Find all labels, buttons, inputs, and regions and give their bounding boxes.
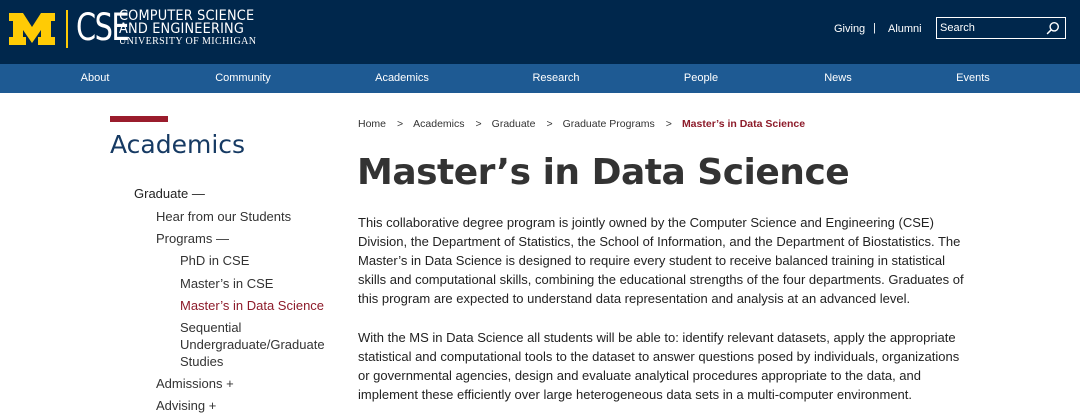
sidebar-item-advising[interactable]: Advising + [156, 398, 216, 415]
sidebar-item-admissions[interactable]: Admissions + [156, 376, 234, 393]
search-icon[interactable] [1046, 21, 1060, 35]
breadcrumb-home[interactable]: Home [358, 118, 386, 130]
nav-academics[interactable]: Academics [375, 72, 429, 84]
sidebar-item-hear-from-students[interactable]: Hear from our Students [156, 209, 291, 226]
nav-news[interactable]: News [824, 72, 852, 84]
search-box [936, 17, 1066, 39]
department-wordmark[interactable]: COMPUTER SCIENCE AND ENGINEERING UNIVERS… [119, 9, 266, 48]
nav-community[interactable]: Community [215, 72, 271, 84]
breadcrumb-graduate-programs[interactable]: Graduate Programs [563, 118, 655, 130]
breadcrumb: Home > Academics > Graduate > Graduate Program… [358, 118, 805, 130]
sidebar-item-sequential-line-1[interactable]: Sequential [180, 320, 241, 337]
wordmark-line-3: UNIVERSITY OF MICHIGAN [119, 36, 257, 47]
sidebar-item-masters-data-science[interactable]: Master’s in Data Science [180, 298, 324, 315]
breadcrumb-separator: > [397, 118, 404, 130]
main-nav: About Community Academics Research Peopl… [0, 64, 1080, 93]
sidebar-item-sequential-line-3[interactable]: Studies [180, 354, 223, 371]
breadcrumb-graduate[interactable]: Graduate [492, 118, 536, 130]
sidebar-item-sequential-line-2[interactable]: Undergraduate/Graduate [180, 337, 325, 354]
outcomes-paragraph: With the MS in Data Science all students… [358, 330, 960, 402]
site-header: CSE COMPUTER SCIENCE AND ENGINEERING UNI… [0, 0, 1080, 64]
intro-paragraph: This collaborative degree program is joi… [358, 215, 964, 306]
logo-divider [66, 10, 68, 48]
breadcrumb-separator: > [665, 118, 672, 130]
breadcrumb-current: Master’s in Data Science [681, 118, 806, 130]
giving-link[interactable]: Giving [834, 23, 865, 35]
sidebar-item-phd-cse[interactable]: PhD in CSE [180, 253, 249, 270]
block-m-logo[interactable] [6, 10, 58, 48]
nav-events[interactable]: Events [956, 72, 990, 84]
nav-about[interactable]: About [81, 72, 110, 84]
breadcrumb-academics[interactable]: Academics [413, 118, 464, 130]
sidebar-item-graduate[interactable]: Graduate — [134, 186, 205, 203]
utility-separator: | [873, 22, 876, 34]
search-input[interactable] [937, 18, 1042, 38]
sidebar-title[interactable]: Academics [110, 130, 245, 159]
sidebar-accent-bar [110, 116, 168, 122]
breadcrumb-separator: > [546, 118, 553, 130]
nav-people[interactable]: People [684, 72, 718, 84]
wordmark-line-2: AND ENGINEERING [119, 21, 245, 37]
sidebar-item-programs[interactable]: Programs — [156, 231, 229, 248]
nav-research[interactable]: Research [532, 72, 579, 84]
alumni-link[interactable]: Alumni [888, 23, 922, 35]
breadcrumb-separator: > [475, 118, 482, 130]
sidebar-item-masters-cse[interactable]: Master’s in CSE [180, 276, 273, 293]
page-title: Master’s in Data Science [357, 152, 850, 193]
